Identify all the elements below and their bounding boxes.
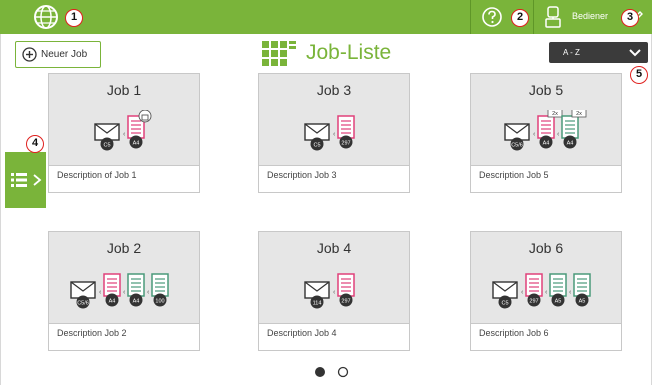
job-card[interactable]: Job 3 Description Job 3 C5 ‹ 297 <box>258 73 410 193</box>
new-job-label: Neuer Job <box>41 49 88 60</box>
globe-icon[interactable] <box>33 4 59 30</box>
flow-arrow: ‹ <box>557 131 560 138</box>
job-name: Job 3 <box>316 82 352 98</box>
count-label: 2x <box>552 111 558 117</box>
document-label: 297 <box>341 298 350 304</box>
job-flow-diagram: 114 ‹ 297 <box>304 273 355 309</box>
job-name: Job 6 <box>528 240 564 256</box>
new-job-button[interactable]: Neuer Job <box>15 41 101 68</box>
job-name: Job 1 <box>106 82 142 98</box>
document-icon <box>537 115 555 139</box>
document-label: A5 <box>579 298 586 304</box>
job-flow-diagram: C5 ‹ A4 <box>94 110 152 151</box>
job-description: Description Job 2 <box>57 328 127 338</box>
job-flow-diagram: C5/6 ‹ A4 2x ‹ A4 2x <box>504 110 587 151</box>
job-name: Job 2 <box>106 240 142 256</box>
document-icon <box>127 273 145 297</box>
document-label: 100 <box>155 298 164 304</box>
document-icon <box>337 273 355 297</box>
job-description: Description Job 5 <box>479 170 549 180</box>
job-card[interactable]: Job 1 Description of Job 1 C5 ‹ A4 <box>48 73 200 193</box>
flow-arrow: ‹ <box>545 289 548 296</box>
job-flow-diagram: C5/6 ‹ A4 ‹ A4 ‹ 100 <box>70 273 169 309</box>
document-icon <box>525 273 543 297</box>
callout-2: 2 <box>511 9 529 27</box>
document-icon <box>549 273 567 297</box>
job-card[interactable]: Job 6 Description Job 6 C5 ‹ 297 ‹ A5 ‹ A5 <box>470 231 622 351</box>
flow-arrow: ‹ <box>569 289 572 296</box>
flow-arrow: ‹ <box>533 131 536 138</box>
document-icon <box>151 273 169 297</box>
page-dot[interactable] <box>337 366 349 378</box>
document-label: A5 <box>555 298 562 304</box>
page-dot-active[interactable] <box>315 367 325 377</box>
document-label: A4 <box>133 140 140 146</box>
chevron-down-icon <box>629 49 641 57</box>
document-icon <box>573 273 591 297</box>
envelope-label: C5/6 <box>77 300 89 306</box>
envelope-label: C5/6 <box>511 142 523 148</box>
callout-3: 3 <box>621 9 639 27</box>
job-description: Description of Job 1 <box>57 170 137 180</box>
document-label: A4 <box>567 140 574 146</box>
document-label: A4 <box>133 298 140 304</box>
job-card[interactable]: Job 5 Description Job 5 C5/6 ‹ A4 2x ‹ A4 2x <box>470 73 622 193</box>
flow-arrow: ‹ <box>147 289 150 296</box>
document-icon <box>561 115 579 139</box>
menu-icon <box>11 173 27 187</box>
job-description: Description Job 3 <box>267 170 337 180</box>
job-flow-diagram: C5 ‹ 297 ‹ A5 ‹ A5 <box>492 273 591 309</box>
envelope-label: 114 <box>313 300 322 306</box>
job-name: Job 4 <box>316 240 352 256</box>
callout-1: 1 <box>65 9 83 27</box>
help-icon[interactable] <box>481 6 503 28</box>
document-label: A4 <box>109 298 116 304</box>
sort-value: A - Z <box>563 48 580 57</box>
job-description: Description Job 4 <box>267 328 337 338</box>
job-flow-diagram: C5 ‹ 297 <box>304 115 355 151</box>
flow-arrow: ‹ <box>123 289 126 296</box>
sort-dropdown[interactable]: A - Z <box>549 42 648 63</box>
document-label: A4 <box>543 140 550 146</box>
lock-icon <box>138 110 152 123</box>
chevron-right-icon <box>33 174 42 186</box>
page-title: Job-Liste <box>306 41 392 64</box>
pagination <box>315 366 349 378</box>
job-card[interactable]: Job 4 Description Job 4 114 ‹ 297 <box>258 231 410 351</box>
divider <box>470 0 471 34</box>
document-icon <box>337 115 355 139</box>
add-circle-icon <box>22 47 37 62</box>
callout-4: 4 <box>26 135 44 153</box>
count-label: 2x <box>576 111 582 117</box>
job-list-grid-icon <box>262 41 296 66</box>
side-menu-tab[interactable] <box>5 152 46 208</box>
document-label: 297 <box>341 140 350 146</box>
document-label: 297 <box>529 298 538 304</box>
user-label[interactable]: Bediener <box>572 11 608 21</box>
job-description: Description Job 6 <box>479 328 549 338</box>
divider <box>533 0 534 34</box>
top-bar: Bediener <box>0 0 652 34</box>
job-card[interactable]: Job 2 Description Job 2 C5/6 ‹ A4 ‹ A4 ‹ 100 <box>48 231 200 351</box>
user-icon[interactable] <box>544 6 562 28</box>
envelope-label: C5 <box>501 300 508 306</box>
flow-arrow: ‹ <box>521 289 524 296</box>
flow-arrow: ‹ <box>333 289 336 296</box>
callout-5: 5 <box>630 66 648 84</box>
flow-arrow: ‹ <box>99 289 102 296</box>
job-name: Job 5 <box>528 82 564 98</box>
flow-arrow: ‹ <box>123 131 126 138</box>
flow-arrow: ‹ <box>333 131 336 138</box>
document-icon <box>103 273 121 297</box>
envelope-label: C5 <box>103 142 110 148</box>
envelope-label: C5 <box>313 142 320 148</box>
